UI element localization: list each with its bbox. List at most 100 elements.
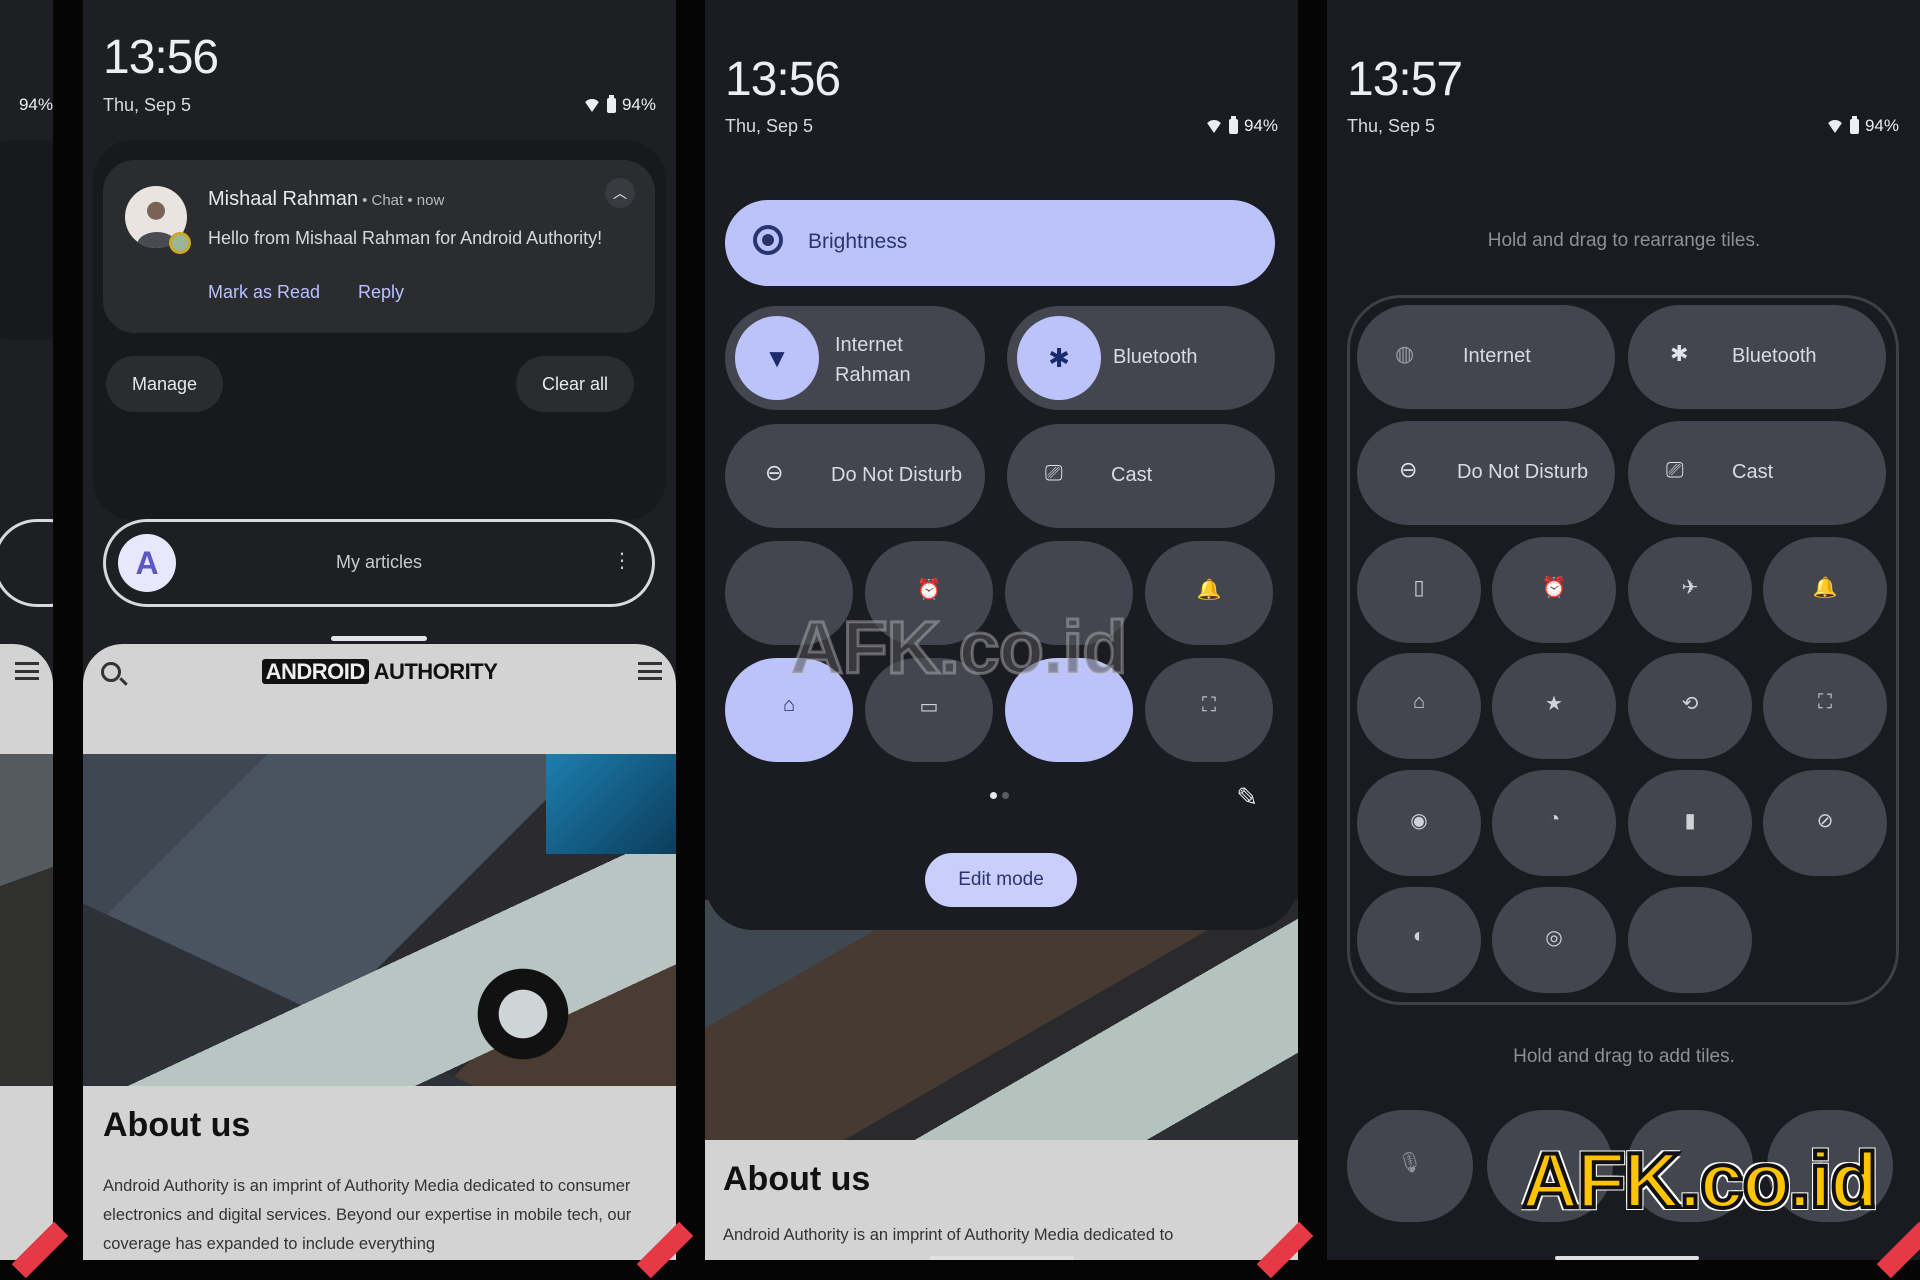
edit-tile-do-not-disturb[interactable]: ⊖ Do Not Disturb	[1357, 421, 1615, 525]
logo-word: AUTHORITY	[373, 659, 498, 684]
drag-handle[interactable]	[331, 636, 427, 641]
quick-settings-panel: About us Android Authority is an imprint…	[705, 0, 1298, 1260]
internet-unknown-icon: ◍	[1395, 341, 1415, 366]
about-heading: About us	[103, 1106, 251, 1144]
menu-icon[interactable]	[638, 662, 662, 680]
edit-small-tile-battery-saver[interactable]: ▮	[1628, 770, 1752, 876]
edit-tile-internet[interactable]: ◍ Internet	[1357, 305, 1615, 409]
flashlight-icon: ▯	[1413, 577, 1425, 599]
tile-bluetooth[interactable]: ✱ Bluetooth	[1007, 306, 1275, 410]
edit-tile-bluetooth[interactable]: ✱ Bluetooth	[1628, 305, 1886, 409]
small-tile-alarm[interactable]: ⏰	[865, 541, 993, 645]
small-tile-bell-ring[interactable]: 🔔	[1145, 541, 1273, 645]
bell-ring-icon: 🔔	[1812, 577, 1838, 599]
menu-icon[interactable]	[15, 662, 39, 680]
status-bar: 94%	[582, 94, 656, 115]
site-logo[interactable]: ANDROID AUTHORITY	[83, 659, 676, 685]
gesture-nav-bar[interactable]	[1555, 1256, 1699, 1260]
about-heading: About us	[723, 1160, 871, 1198]
tile-cast[interactable]: ⎚ Cast	[1007, 424, 1275, 528]
color-inversion-icon: ◐	[1412, 925, 1426, 947]
chat-notification[interactable]: Mishaal Rahman • Chat • now Hello from Mi…	[103, 160, 655, 333]
about-body: Android Authority is an imprint of Autho…	[723, 1226, 1174, 1244]
edit-small-tile-bell-ring[interactable]: 🔔	[1763, 537, 1887, 643]
article-photo-edge	[0, 754, 53, 1086]
my-articles-widget[interactable]: A My articles ⋮	[103, 519, 655, 607]
edit-small-tile-qr-scan[interactable]: ⛶	[1763, 653, 1887, 759]
about-body: Android Authority is an imprint of Autho…	[103, 1177, 632, 1253]
notification-meta: • Chat • now	[362, 192, 445, 209]
status-bar: 94%	[1204, 115, 1278, 136]
pencil-icon[interactable]: ✎	[1236, 782, 1258, 813]
mark-as-read-button[interactable]: Mark as Read	[208, 282, 320, 303]
rearrange-hint: Hold and drag to rearrange tiles.	[1487, 230, 1761, 251]
manage-button[interactable]: Manage	[106, 356, 224, 412]
status-bar: 94%	[1825, 115, 1899, 136]
gesture-nav-bar[interactable]	[930, 1256, 1074, 1260]
battery-percent: 94%	[1243, 116, 1278, 135]
page-dot-2[interactable]	[1002, 792, 1009, 799]
edit-small-tile-alarm[interactable]: ⏰	[1492, 537, 1616, 643]
qr-scan-icon: ⛶	[1202, 694, 1216, 716]
more-vert-icon[interactable]: ⋮	[612, 548, 632, 573]
tile-label: Internet Rahman	[835, 334, 911, 386]
hotspot-icon: ◎	[1545, 927, 1563, 949]
watermark-logo: AFK.co.id	[1520, 1134, 1880, 1226]
tile-label: Bluetooth	[1732, 345, 1817, 367]
battery-icon	[606, 94, 616, 113]
brightness-slider[interactable]: Brightness	[725, 200, 1275, 286]
do-not-disturb-icon: ⊖	[765, 460, 784, 485]
edit-small-tile-rotate[interactable]: ⟲	[1628, 653, 1752, 759]
browser-page: ANDROID AUTHORITY About us Android Autho…	[83, 644, 676, 1260]
edit-small-tile-star[interactable]: ★	[1492, 653, 1616, 759]
date: Thu, Sep 5	[103, 95, 192, 115]
browser-edge	[0, 644, 53, 1260]
edit-tile-cast[interactable]: ⎚ Cast	[1628, 421, 1886, 525]
edit-small-tile-color-inversion[interactable]: ◐	[1357, 887, 1481, 993]
notification-body: Hello from Mishaal Rahman for Android Au…	[208, 228, 603, 248]
bell-ring-icon: 🔔	[1196, 579, 1222, 601]
camera-off-icon: ⊘	[1816, 810, 1834, 832]
small-tile-blank[interactable]	[1005, 658, 1133, 762]
edit-small-tile-home[interactable]: ⌂	[1357, 653, 1481, 759]
browser-page-behind: About us Android Authority is an imprint…	[705, 900, 1298, 1260]
notification-sender: Mishaal Rahman	[208, 188, 359, 210]
edit-small-tile-blank[interactable]	[1628, 887, 1752, 993]
edit-small-tile-camera-off[interactable]: ⊘	[1763, 770, 1887, 876]
small-tile-qr-scan[interactable]: ⛶	[1145, 658, 1273, 762]
notification-card-edge	[0, 140, 53, 340]
edit-small-tile-airplane[interactable]: ✈	[1628, 537, 1752, 643]
edit-small-tile-flashlight[interactable]: ▯	[1357, 537, 1481, 643]
edit-small-tile-data-saver[interactable]: ◔	[1492, 770, 1616, 876]
battery-saver-icon: ▮	[1684, 810, 1696, 832]
logo-boxed-word: ANDROID	[261, 659, 369, 684]
tile-internet[interactable]: ▼ Internet Rahman	[725, 306, 985, 410]
app-badge-icon	[169, 232, 191, 254]
article-hero-image	[83, 754, 676, 1086]
reply-button[interactable]: Reply	[358, 282, 404, 303]
edit-small-tile-screen-record[interactable]: ◉	[1357, 770, 1481, 876]
small-tile-wallet[interactable]: ▭	[865, 658, 993, 762]
wallet-icon: ▭	[919, 696, 939, 718]
bluetooth-icon: ✱	[1017, 316, 1101, 400]
clock: 13:56	[103, 31, 219, 84]
mic-off-icon: 🎙	[1397, 1152, 1423, 1174]
star-icon: ★	[1545, 693, 1563, 715]
battery-icon	[1849, 115, 1859, 134]
small-tile-home[interactable]: ⌂	[725, 658, 853, 762]
edit-mode-button[interactable]: Edit mode	[925, 853, 1077, 907]
small-tile-blank[interactable]	[1005, 541, 1133, 645]
clock: 13:57	[1347, 53, 1463, 106]
edit-small-tile-hotspot[interactable]: ◎	[1492, 887, 1616, 993]
available-tile-mic-off[interactable]: 🎙	[1347, 1110, 1473, 1222]
tile-do-not-disturb[interactable]: ⊖ Do Not Disturb	[725, 424, 985, 528]
screen-record-icon: ◉	[1410, 810, 1428, 832]
wifi-icon	[1204, 119, 1223, 133]
chevron-up-icon[interactable]: ︿	[605, 178, 635, 208]
page-dot-1[interactable]	[990, 792, 997, 799]
do-not-disturb-icon: ⊖	[1399, 457, 1418, 482]
widget-edge	[0, 519, 53, 607]
clear-all-button[interactable]: Clear all	[515, 356, 634, 412]
small-tile-blank[interactable]	[725, 541, 853, 645]
brightness-icon	[753, 225, 783, 255]
